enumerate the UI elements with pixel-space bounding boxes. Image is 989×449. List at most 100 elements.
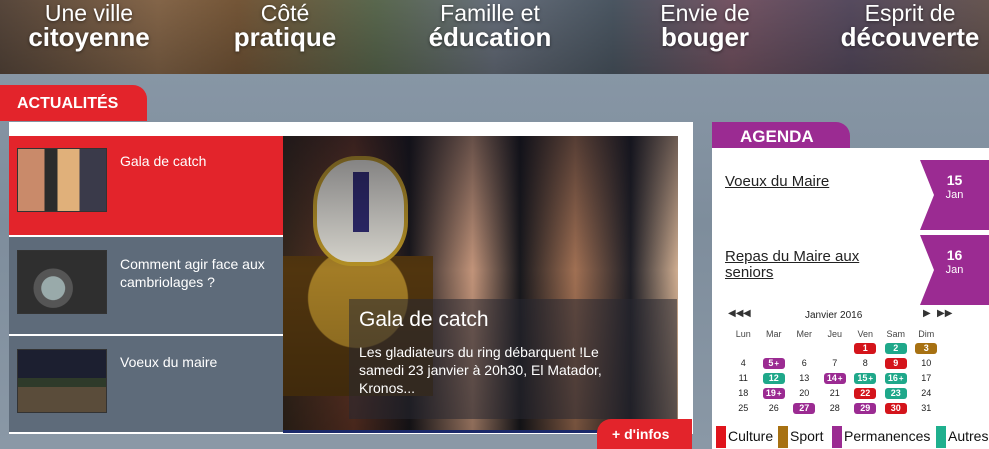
hero-title: Gala de catch	[359, 308, 489, 331]
calendar-day[interactable]: 29	[850, 403, 881, 416]
prev-month-button[interactable]: ◀	[743, 308, 751, 319]
calendar-weekday: Lun	[735, 329, 751, 339]
news-list: Gala de catch Comment agir face aux camb…	[9, 136, 319, 432]
calendar-day-number[interactable]: 1	[854, 343, 877, 354]
nav-item-line2: découverte	[840, 22, 980, 52]
calendar-day: 26	[759, 403, 790, 416]
calendar-day[interactable]: 19	[759, 388, 790, 401]
nav-item-education[interactable]: Famille et éducation	[410, 0, 570, 52]
next-month-button[interactable]: ▶	[923, 308, 931, 319]
calendar-day: 13	[789, 373, 820, 386]
agenda-event[interactable]: Voeux du Maire 15 Jan	[712, 160, 989, 230]
news-panel: Gala de catch Comment agir face aux camb…	[9, 122, 693, 434]
nav-item-line2: éducation	[428, 22, 552, 52]
calendar-day: 7	[820, 358, 851, 371]
news-item-title: Comment agir face aux cambriolages ?	[120, 256, 265, 290]
nav-item-bouger[interactable]: Envie de bouger	[630, 0, 780, 52]
calendar-day: 18	[728, 388, 759, 401]
calendar-day: 6	[789, 358, 820, 371]
news-item-cambriolages[interactable]: Comment agir face aux cambriolages ?	[9, 237, 283, 334]
calendar-day: 31	[911, 403, 942, 416]
calendar-weekday: Sam	[886, 329, 905, 339]
calendar-day-number: 21	[829, 388, 840, 398]
nav-item-decouverte[interactable]: Esprit de découverte	[835, 0, 985, 52]
calendar-day-number[interactable]: 14	[823, 373, 846, 384]
legend-swatch	[716, 426, 726, 448]
calendar-day[interactable]: 30	[881, 403, 912, 416]
nav-item-citoyenne[interactable]: Une ville citoyenne	[14, 0, 164, 52]
calendar-day-number: 24	[921, 388, 932, 398]
legend-swatch	[832, 426, 842, 448]
calendar-day-number: 26	[768, 403, 779, 413]
legend-label: Autres	[948, 428, 989, 444]
prev-year-button[interactable]: ◀◀	[728, 308, 743, 319]
calendar-day-number: 6	[801, 358, 807, 368]
calendar-day-number: 4	[740, 358, 746, 368]
calendar-day-number: 13	[799, 373, 810, 383]
calendar-day-number: 17	[921, 373, 932, 383]
news-thumbnail	[17, 250, 107, 314]
agenda-event-title[interactable]: Repas du Maire aux seniors	[725, 249, 900, 281]
agenda-tab[interactable]: AGENDA	[712, 122, 850, 149]
calendar-day: 17	[911, 373, 942, 386]
agenda-event-title[interactable]: Voeux du Maire	[725, 174, 900, 190]
calendar-day-number[interactable]: 16	[884, 373, 907, 384]
calendar-day[interactable]: 14	[820, 373, 851, 386]
agenda-event-date: 16 Jan	[920, 235, 989, 305]
nav-item-line2: pratique	[233, 22, 337, 52]
calendar-day[interactable]: 3	[911, 343, 942, 356]
nav-item-pratique[interactable]: Côté pratique	[210, 0, 360, 52]
calendar-day-number[interactable]: 5	[762, 358, 785, 369]
calendar-day-number: 18	[738, 388, 749, 398]
calendar-day[interactable]: 23	[881, 388, 912, 401]
calendar-day-number: 10	[921, 358, 932, 368]
legend-label: Permanences	[844, 428, 931, 444]
actualites-tab[interactable]: ACTUALITÉS	[0, 85, 147, 121]
calendar-day-number[interactable]: 23	[884, 388, 907, 399]
calendar-day-number[interactable]: 9	[884, 358, 907, 369]
legend-item-sport[interactable]: Sport	[776, 426, 823, 448]
featured-news-hero[interactable]: Gala de catch Les gladiateurs du ring dé…	[283, 136, 678, 433]
calendar-day[interactable]: 22	[850, 388, 881, 401]
calendar-day[interactable]: 12	[759, 373, 790, 386]
calendar-header: ◀◀ ◀ Janvier 2016 ▶ ▶▶	[728, 308, 978, 323]
legend-item-permanences[interactable]: Permanences	[830, 426, 930, 448]
calendar-day-number[interactable]: 12	[762, 373, 785, 384]
nav-item-line2: citoyenne	[28, 22, 150, 52]
top-navigation: Une ville citoyenne Côté pratique Famill…	[0, 0, 989, 74]
calendar-day[interactable]: 27	[789, 403, 820, 416]
calendar-day-number[interactable]: 19	[762, 388, 785, 399]
calendar-day[interactable]: 2	[881, 343, 912, 356]
calendar-day: 28	[820, 403, 851, 416]
calendar-day[interactable]: 1	[850, 343, 881, 356]
calendar-day-number[interactable]: 29	[854, 403, 877, 414]
calendar-day-number[interactable]: 3	[915, 343, 938, 354]
calendar-title: Janvier 2016	[805, 310, 863, 321]
hero-description: Les gladiateurs du ring débarquent !Le s…	[359, 344, 602, 396]
calendar-day[interactable]: 16	[881, 373, 912, 386]
calendar-day-number: 31	[921, 403, 932, 413]
calendar-day: 21	[820, 388, 851, 401]
calendar-day[interactable]: 9	[881, 358, 912, 371]
agenda-event[interactable]: Repas du Maire aux seniors 16 Jan	[712, 235, 989, 305]
calendar-day-number[interactable]: 22	[854, 388, 877, 399]
calendar-weekday: Jeu	[827, 329, 842, 339]
more-info-button[interactable]: + d'infos	[597, 419, 692, 449]
calendar-day-number[interactable]: 27	[793, 403, 816, 414]
calendar-empty-cell	[728, 343, 759, 356]
nav-item-line2: bouger	[660, 22, 750, 52]
news-thumbnail	[17, 148, 107, 212]
news-item-gala-de-catch[interactable]: Gala de catch	[9, 136, 319, 235]
calendar-day-number: 8	[862, 358, 868, 368]
news-item-title: Gala de catch	[120, 153, 207, 169]
calendar-day-number[interactable]: 30	[884, 403, 907, 414]
news-item-title: Voeux du maire	[120, 354, 218, 370]
calendar-day[interactable]: 15	[850, 373, 881, 386]
legend-item-culture[interactable]: Culture	[714, 426, 773, 448]
news-item-voeux-du-maire[interactable]: Voeux du maire	[9, 336, 283, 432]
next-year-button[interactable]: ▶▶	[937, 308, 952, 319]
calendar-day-number[interactable]: 15	[854, 373, 877, 384]
calendar-day[interactable]: 5	[759, 358, 790, 371]
legend-item-autres[interactable]: Autres	[934, 426, 988, 448]
calendar-day-number[interactable]: 2	[884, 343, 907, 354]
